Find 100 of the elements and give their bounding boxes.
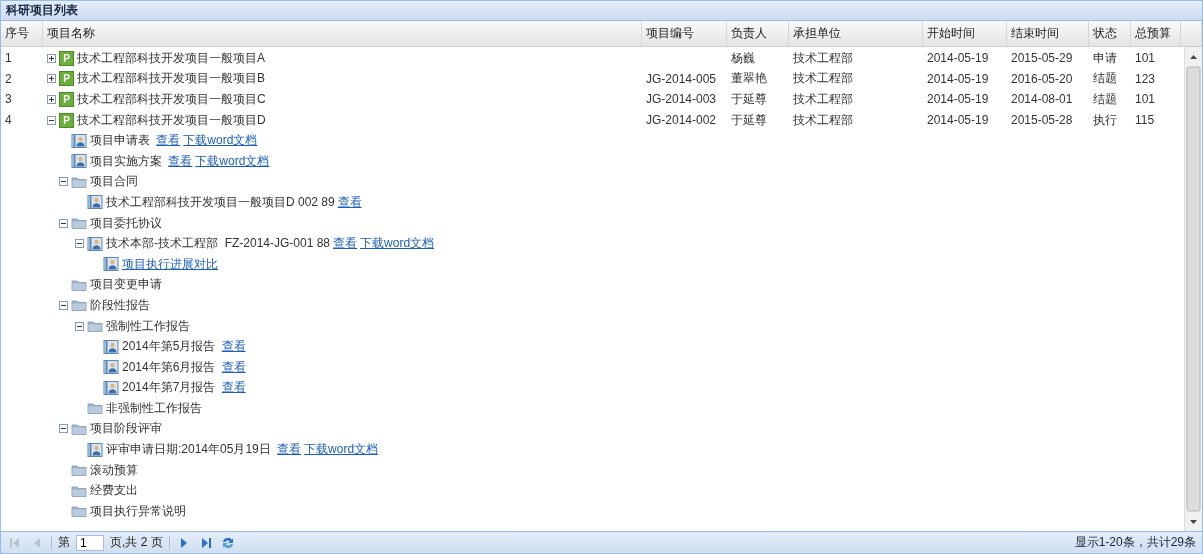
document-label: 项目实施方案 — [90, 152, 163, 170]
document-link[interactable]: 查看 — [333, 235, 358, 253]
table-cell: 3 — [5, 92, 12, 107]
folder-icon — [87, 319, 103, 333]
table-cell: 2014-08-01 — [1011, 92, 1073, 107]
document-link[interactable]: 下载word文档 — [304, 441, 379, 459]
column-header[interactable]: 项目名称 — [43, 21, 642, 46]
folder-icon — [71, 174, 87, 189]
table-cell: JG-2014-005 — [646, 71, 717, 86]
table-cell: 123 — [1135, 71, 1156, 86]
table-cell: 执行 — [1093, 112, 1117, 127]
table-cell: 杨巍 — [731, 50, 755, 65]
document-user-icon — [87, 236, 103, 251]
project-icon: P — [59, 71, 74, 87]
table-cell: JG-2014-003 — [646, 92, 717, 107]
table-cell: 结题 — [1093, 92, 1117, 106]
document-link[interactable]: 下载word文档 — [360, 235, 435, 253]
table-cell: 技术工程部 — [793, 50, 853, 65]
folder-label: 非强制性工作报告 — [106, 399, 202, 417]
document-link[interactable]: 查看 — [221, 379, 246, 397]
folder-label: 项目阶段评审 — [90, 420, 162, 438]
document-label: 技术工程部科技开发项目一般项目D 002 89 — [106, 193, 335, 211]
expand-icon[interactable] — [47, 53, 56, 63]
project-icon: P — [59, 112, 74, 128]
folder-label: 项目执行异常说明 — [90, 502, 186, 520]
table-cell: 2014-05-19 — [927, 51, 989, 66]
column-header[interactable]: 承担单位 — [789, 21, 923, 46]
document-user-icon — [103, 360, 119, 375]
table-cell: 2014-05-19 — [927, 92, 989, 107]
table-cell: 技术工程部 — [793, 112, 853, 127]
folder-label: 项目合同 — [90, 173, 138, 191]
folder-label: 经费支出 — [90, 482, 138, 500]
scrollbar[interactable] — [1184, 47, 1202, 531]
folder-icon — [71, 422, 87, 436]
collapse-icon[interactable] — [47, 115, 56, 125]
column-header[interactable]: 负责人 — [727, 21, 789, 46]
document-link[interactable]: 查看 — [221, 338, 246, 356]
column-header[interactable]: 开始时间 — [923, 21, 1007, 46]
document-user-icon — [87, 442, 103, 457]
table-cell: 于延尊 — [731, 92, 767, 106]
table-cell: 2015-05-29 — [1011, 51, 1073, 66]
table-cell: 2016-05-20 — [1011, 71, 1073, 86]
collapse-icon[interactable] — [75, 321, 84, 331]
project-name: 技术工程部科技开发项目一般项目A — [77, 49, 265, 67]
folder-label: 阶段性报告 — [90, 296, 150, 314]
collapse-icon[interactable] — [59, 218, 68, 228]
document-link[interactable]: 查看 — [156, 132, 181, 150]
page-count-label: 页,共 2 页 — [110, 534, 163, 551]
table-cell: 1 — [5, 51, 12, 66]
folder-icon — [71, 483, 87, 498]
table-cell: 董翠艳 — [731, 71, 767, 86]
document-link[interactable]: 下载word文档 — [183, 132, 258, 150]
table-cell: 101 — [1135, 51, 1156, 66]
table-cell: 技术工程部 — [793, 92, 853, 106]
project-name: 技术工程部科技开发项目一般项目C — [77, 91, 266, 108]
collapse-icon[interactable] — [75, 239, 84, 249]
project-name: 技术工程部科技开发项目一般项目B — [77, 70, 265, 88]
document-label: 评审申请日期:2014年05月19日 — [106, 441, 272, 459]
document-user-icon — [103, 380, 119, 395]
table-cell: 结题 — [1093, 71, 1117, 86]
column-header[interactable]: 序号 — [1, 21, 43, 46]
folder-label: 强制性工作报告 — [106, 317, 190, 335]
table-cell: 2 — [5, 71, 12, 86]
folder-icon — [71, 298, 87, 313]
document-link[interactable]: 查看 — [221, 358, 246, 376]
column-header[interactable]: 项目编号 — [642, 21, 727, 46]
folder-icon — [71, 277, 87, 292]
table-cell: 技术工程部 — [793, 71, 853, 86]
document-link[interactable]: 查看 — [168, 152, 193, 170]
document-label: 技术本部-技术工程部 FZ-2014-JG-001 88 — [106, 235, 331, 253]
document-link[interactable]: 查看 — [277, 441, 302, 459]
document-user-icon — [71, 154, 87, 169]
folder-icon — [87, 401, 103, 416]
document-link[interactable]: 项目执行进展对比 — [122, 255, 218, 273]
folder-icon — [71, 216, 87, 231]
document-link[interactable]: 下载word文档 — [195, 152, 270, 170]
document-label: 2014年第6月报告 — [122, 358, 217, 376]
table-cell: JG-2014-002 — [646, 113, 717, 128]
collapse-icon[interactable] — [59, 424, 68, 434]
page-field[interactable]: 1 — [76, 534, 104, 551]
table-cell: 2014-05-19 — [927, 71, 989, 86]
panel-title: 科研项目列表 — [6, 3, 78, 17]
table-cell: 2015-05-28 — [1011, 113, 1073, 128]
document-user-icon — [103, 257, 119, 272]
table-cell: 申请 — [1093, 50, 1117, 65]
expand-icon[interactable] — [47, 95, 56, 104]
project-icon: P — [59, 92, 74, 107]
column-header[interactable]: 总预算 — [1131, 21, 1181, 46]
table-cell: 于延尊 — [731, 112, 767, 127]
collapse-icon[interactable] — [59, 300, 68, 310]
document-link[interactable]: 查看 — [337, 193, 362, 211]
column-header[interactable]: 结束时间 — [1007, 21, 1089, 46]
folder-icon — [71, 504, 87, 519]
document-user-icon — [87, 195, 103, 210]
column-header[interactable]: 状态 — [1089, 21, 1131, 46]
expand-icon[interactable] — [47, 74, 56, 84]
document-label: 2014年第7月报告 — [122, 379, 217, 397]
table-cell: 101 — [1135, 92, 1156, 107]
collapse-icon[interactable] — [59, 177, 68, 187]
folder-label: 滚动预算 — [90, 461, 138, 479]
